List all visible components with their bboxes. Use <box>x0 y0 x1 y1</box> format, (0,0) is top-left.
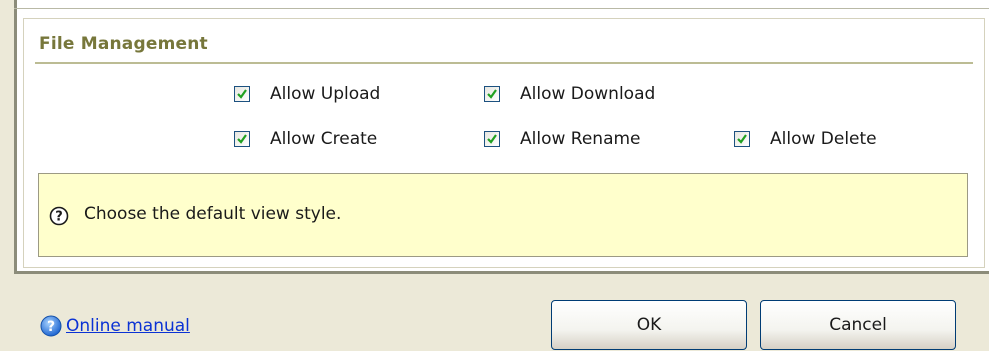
help-text: Choose the default view style. <box>84 204 342 224</box>
allow-download-label: Allow Download <box>520 84 656 104</box>
cancel-button[interactable]: Cancel <box>760 300 956 350</box>
allow-delete-label: Allow Delete <box>770 129 877 149</box>
option-allow-delete[interactable]: Allow Delete <box>734 128 877 150</box>
allow-upload-label: Allow Upload <box>270 84 381 104</box>
online-manual-link[interactable]: ? Online manual <box>40 315 190 337</box>
svg-text:?: ? <box>47 319 55 335</box>
allow-upload-checkbox[interactable] <box>234 86 250 102</box>
allow-rename-label: Allow Rename <box>520 129 641 149</box>
top-divider <box>14 8 989 9</box>
help-tip-box: ? Choose the default view style. <box>38 173 968 257</box>
checkmark-icon <box>737 134 747 144</box>
svg-text:?: ? <box>55 210 63 225</box>
checkmark-icon <box>487 134 497 144</box>
allow-download-checkbox[interactable] <box>484 86 500 102</box>
online-manual-label[interactable]: Online manual <box>66 316 190 336</box>
allow-rename-checkbox[interactable] <box>484 131 500 147</box>
allow-create-label: Allow Create <box>270 129 378 149</box>
checkmark-icon <box>237 89 247 99</box>
question-circle-icon: ? <box>49 206 69 226</box>
section-title: File Management <box>39 34 208 54</box>
checkmark-icon <box>487 89 497 99</box>
ok-button[interactable]: OK <box>551 300 747 350</box>
section-divider <box>35 62 973 64</box>
option-allow-download[interactable]: Allow Download <box>484 83 655 105</box>
option-allow-rename[interactable]: Allow Rename <box>484 128 641 150</box>
option-allow-create[interactable]: Allow Create <box>234 128 377 150</box>
allow-create-checkbox[interactable] <box>234 131 250 147</box>
allow-delete-checkbox[interactable] <box>734 131 750 147</box>
help-globe-icon: ? <box>40 315 62 337</box>
dialog-window: File Management Allow Upload Allow Downl… <box>0 0 989 351</box>
checkmark-icon <box>237 134 247 144</box>
option-allow-upload[interactable]: Allow Upload <box>234 83 380 105</box>
